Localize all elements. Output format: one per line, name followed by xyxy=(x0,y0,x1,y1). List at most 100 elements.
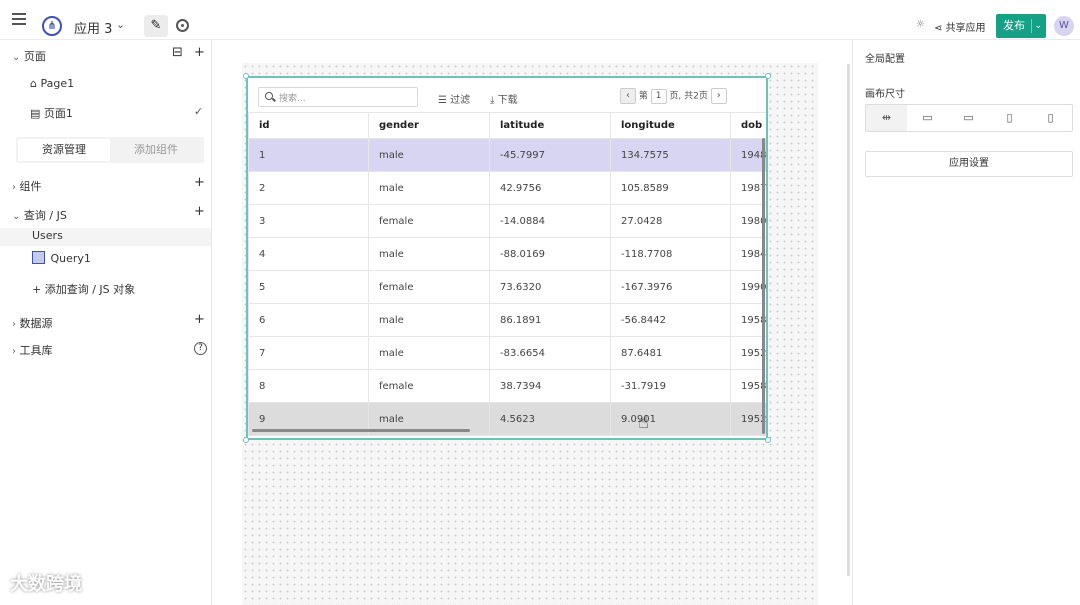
table-row[interactable]: 8 female 38.7394 -31.7919 1958 xyxy=(248,369,766,403)
datasources-section[interactable]: › 数据源 xyxy=(12,315,53,331)
tab-add-widget[interactable]: 添加组件 xyxy=(110,139,202,161)
table-cell[interactable]: male xyxy=(368,303,490,337)
resize-handle[interactable] xyxy=(765,73,771,79)
settings-icon[interactable]: ☼ xyxy=(916,19,925,30)
download-button[interactable]: ⤓ 下载 xyxy=(490,91,518,106)
horizontal-scrollbar[interactable] xyxy=(252,429,470,432)
user-avatar[interactable]: W xyxy=(1054,16,1074,36)
desktop-icon[interactable]: ▭ xyxy=(907,105,948,131)
panel-divider[interactable] xyxy=(847,64,850,576)
table-cell[interactable]: 1 xyxy=(248,138,369,172)
app-settings-button[interactable]: 应用设置 xyxy=(865,151,1073,177)
table-cell[interactable]: male xyxy=(368,336,490,370)
table-cell[interactable]: 6 xyxy=(248,303,369,337)
add-query-icon[interactable]: + xyxy=(194,204,205,219)
table-cell[interactable]: 1980 xyxy=(730,204,766,238)
table-cell[interactable]: 1990 xyxy=(730,270,766,304)
table-row[interactable]: 4 male -88.0169 -118.7708 1984 xyxy=(248,237,766,271)
column-header[interactable]: latitude xyxy=(489,112,611,139)
tablet-landscape-icon[interactable]: ▭ xyxy=(948,105,989,131)
table-cell[interactable]: 8 xyxy=(248,369,369,403)
table-cell[interactable]: 3 xyxy=(248,204,369,238)
table-cell[interactable]: 4 xyxy=(248,237,369,271)
table-cell[interactable]: 1952 xyxy=(730,402,766,436)
help-icon[interactable]: ? xyxy=(194,342,207,355)
table-cell[interactable]: 4.5623 xyxy=(489,402,611,436)
column-header[interactable]: gender xyxy=(368,112,490,139)
app-name[interactable]: 应用 3 xyxy=(74,18,112,37)
column-header[interactable]: id xyxy=(248,112,369,139)
table-cell[interactable]: 27.0428 xyxy=(610,204,731,238)
mobile-icon[interactable]: ▯ xyxy=(1030,105,1071,131)
add-widget-icon[interactable]: + xyxy=(194,175,205,190)
widgets-section[interactable]: › 组件 xyxy=(12,178,42,194)
table-cell[interactable]: 2 xyxy=(248,171,369,205)
table-cell[interactable]: 86.1891 xyxy=(489,303,611,337)
preview-eye-icon[interactable] xyxy=(176,19,189,32)
page-item-page-1-cn[interactable]: ▤ 页面1 xyxy=(30,105,73,121)
table-cell[interactable]: 42.9756 xyxy=(489,171,611,205)
table-cell[interactable]: 5 xyxy=(248,270,369,304)
page-layout-icon[interactable]: ⊟ xyxy=(172,45,183,60)
table-row[interactable]: 1 male -45.7997 134.7575 1948 xyxy=(248,138,766,172)
table-cell[interactable]: 1958 xyxy=(730,369,766,403)
table-row[interactable]: 5 female 73.6320 -167.3976 1990 xyxy=(248,270,766,304)
share-app-button[interactable]: ⋖ 共享应用 xyxy=(934,19,986,34)
table-cell[interactable]: 1987 xyxy=(730,171,766,205)
menu-icon[interactable] xyxy=(12,13,26,25)
resize-handle[interactable] xyxy=(243,437,249,443)
table-cell[interactable]: -88.0169 xyxy=(489,237,611,271)
table-cell[interactable]: -118.7708 xyxy=(610,237,731,271)
table-row[interactable]: 6 male 86.1891 -56.8442 1958 xyxy=(248,303,766,337)
edit-mode-button[interactable]: ✎ xyxy=(144,15,168,37)
resize-handle[interactable] xyxy=(243,73,249,79)
table-cell[interactable]: -56.8442 xyxy=(610,303,731,337)
table-cell[interactable]: female xyxy=(368,204,490,238)
publish-chevron-icon[interactable]: ⌄ xyxy=(1034,14,1042,38)
table-cell[interactable]: 1952 xyxy=(730,336,766,370)
chevron-down-icon[interactable]: ⌄ xyxy=(116,18,125,31)
pages-header[interactable]: ⌄ 页面 xyxy=(12,48,46,64)
table-cell[interactable]: 7 xyxy=(248,336,369,370)
vertical-scrollbar[interactable] xyxy=(762,138,765,434)
column-header[interactable]: dob xyxy=(730,112,766,139)
table-cell[interactable]: male xyxy=(368,237,490,271)
queries-section[interactable]: ⌄ 查询 / JS xyxy=(12,207,67,223)
page-number-input[interactable]: 1 xyxy=(650,88,667,104)
libraries-section[interactable]: › 工具库 xyxy=(12,342,53,358)
filter-button[interactable]: ☰ 过滤 xyxy=(438,91,470,106)
table-cell[interactable]: 38.7394 xyxy=(489,369,611,403)
table-row[interactable]: 7 male -83.6654 87.6481 1952 xyxy=(248,336,766,370)
add-query-link[interactable]: + 添加查询 / JS 对象 xyxy=(32,281,135,297)
prev-page-button[interactable]: ‹ xyxy=(620,88,636,104)
table-cell[interactable]: female xyxy=(368,369,490,403)
table-cell[interactable]: 1984 xyxy=(730,237,766,271)
column-header[interactable]: longitude xyxy=(610,112,731,139)
table-cell[interactable]: male xyxy=(368,171,490,205)
table-row[interactable]: 2 male 42.9756 105.8589 1987 xyxy=(248,171,766,205)
table-cell[interactable]: 134.7575 xyxy=(610,138,731,172)
page-item-page1[interactable]: ⌂ Page1 xyxy=(30,77,74,90)
table-cell[interactable]: female xyxy=(368,270,490,304)
table-cell[interactable]: -167.3976 xyxy=(610,270,731,304)
table-cell[interactable]: -83.6654 xyxy=(489,336,611,370)
fluid-size-icon[interactable]: ⇹ xyxy=(866,105,907,131)
table-row[interactable]: 3 female -14.0884 27.0428 1980 xyxy=(248,204,766,238)
table-cell[interactable]: male xyxy=(368,138,490,172)
query-item-query1[interactable]: Query1 xyxy=(32,251,91,265)
table-search-input[interactable]: 搜索... xyxy=(258,87,418,107)
table-cell[interactable]: 73.6320 xyxy=(489,270,611,304)
table-cell[interactable]: 9.0901 xyxy=(610,402,731,436)
table-cell[interactable]: 1958 xyxy=(730,303,766,337)
table-cell[interactable]: -45.7997 xyxy=(489,138,611,172)
publish-button[interactable]: 发布 ⌄ xyxy=(996,14,1046,38)
table-cell[interactable]: 105.8589 xyxy=(610,171,731,205)
add-page-icon[interactable]: + xyxy=(194,45,205,60)
tab-resources[interactable]: 资源管理 xyxy=(18,139,110,161)
table-cell[interactable]: -31.7919 xyxy=(610,369,731,403)
table-cell[interactable]: -14.0884 xyxy=(489,204,611,238)
table-widget[interactable]: 搜索... ☰ 过滤 ⤓ 下载 ‹ 第 1 页, 共2页 › id gender xyxy=(243,73,771,443)
add-datasource-icon[interactable]: + xyxy=(194,312,205,327)
table-cell[interactable]: 87.6481 xyxy=(610,336,731,370)
next-page-button[interactable]: › xyxy=(710,88,727,104)
